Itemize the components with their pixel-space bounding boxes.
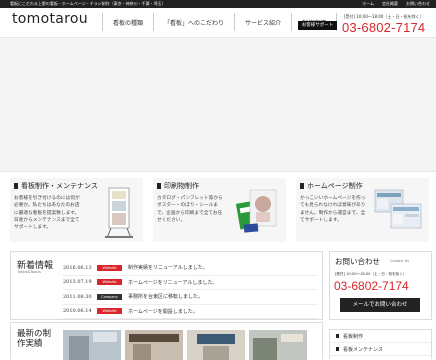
service-card-desc: かっこいいホームページを作っても見られなければ意味がありません。制作から運営まで…	[300, 196, 366, 223]
side-menu: 看板制作 看板メンテナンス	[329, 329, 432, 359]
news-subtitle: News&Topics	[18, 270, 41, 274]
toplink-contact[interactable]: お問い合わせ	[406, 1, 430, 7]
works-thumbnail[interactable]	[125, 330, 183, 360]
service-card-web[interactable]: ホームページ制作 かっこいいホームページを作っても見られなければ意味がありません…	[296, 178, 429, 242]
service-card-title: 印刷物制作	[157, 181, 199, 191]
nav-item-commitment[interactable]: 「看板」へのこだわり	[153, 13, 234, 31]
toplink-home[interactable]: ホーム	[362, 1, 374, 7]
works-title: 最新の制作実績	[17, 329, 52, 349]
top-bar: 看板にこだわる上野の看板・ホームページ・チラシ制作（東京・神奈川・千葉・埼玉） …	[0, 0, 436, 8]
side-menu-item-maintenance[interactable]: 看板メンテナンス	[330, 343, 431, 356]
contact-title: お問い合わせ	[335, 257, 380, 266]
news-text[interactable]: ホームページをリニューアルしました。	[128, 279, 218, 286]
top-links: ホーム 会社概要 お問い合わせ	[362, 1, 430, 7]
news-date: 2013.07.19	[63, 279, 92, 286]
news-section: 新着情報 News&Topics 2016.06.13 Website 制作実績…	[10, 251, 323, 320]
nav-item-sign-types[interactable]: 看板の種類	[102, 13, 153, 31]
service-card-title: ホームページ制作	[300, 181, 363, 191]
header-contact: お客様サポート [受付] 10:00〜18:00（土・日・祝を除く） 03-68…	[298, 11, 430, 39]
site-tagline: 看板にこだわる上野の看板・ホームページ・チラシ制作（東京・神奈川・千葉・埼玉）	[10, 1, 166, 6]
news-category-badge: Company	[97, 293, 122, 300]
news-date: 2016.06.13	[63, 264, 92, 271]
works-thumbnails	[63, 330, 307, 360]
bullet-icon	[336, 334, 339, 338]
toplink-company[interactable]: 会社概要	[382, 1, 398, 7]
signboard-stand-image	[105, 187, 133, 239]
contact-subtitle: Contact Us	[390, 259, 410, 263]
bullet-icon	[300, 183, 304, 189]
side-menu-item-signboard[interactable]: 看板制作	[330, 330, 431, 343]
news-date: 2011.08.30	[63, 293, 92, 300]
news-item[interactable]: 2016.06.13 Website 制作実績をリニューアルしました。	[63, 261, 318, 276]
print-samples-image	[235, 189, 277, 233]
news-list: 2016.06.13 Website 制作実績をリニューアルしました。 2013…	[63, 261, 318, 319]
contact-phone[interactable]: 03-6802-7174	[334, 279, 409, 293]
news-item[interactable]: 2010.06.14 Website ホームページを開設しました。	[63, 305, 318, 319]
news-text[interactable]: ホームページを開設しました。	[128, 308, 198, 315]
works-thumbnail[interactable]	[63, 330, 121, 360]
news-item[interactable]: 2011.08.30 Company 事務所を台東区に移転しました。	[63, 290, 318, 305]
nav-item-services[interactable]: サービス紹介	[234, 13, 291, 31]
service-card-print[interactable]: 印刷物制作 カタログ・パンフレット等からポスター・のぼり・シールまで、企画から印…	[153, 178, 286, 242]
news-category-badge: Website	[97, 279, 122, 286]
news-text[interactable]: 制作実績をリニューアルしました。	[128, 264, 208, 271]
works-thumbnail[interactable]	[249, 330, 307, 360]
news-date: 2010.06.14	[63, 308, 92, 315]
bullet-icon	[14, 183, 18, 189]
contact-section: お問い合わせ Contact Us [受付] 10:00〜18:00（土・日・祝…	[329, 251, 432, 320]
service-card-desc: お客様を引き付けるのには何が必要か。私たちはあなたのお店に最適な看板を提案致しま…	[14, 196, 80, 231]
news-category-badge: Website	[97, 264, 122, 271]
site-logo[interactable]: tomotarou	[12, 11, 88, 27]
header-phone[interactable]: 03-6802-7174	[342, 20, 425, 35]
news-item[interactable]: 2013.07.19 Website ホームページをリニューアルしました。	[63, 276, 318, 290]
web-screens-image	[374, 189, 422, 229]
bullet-icon	[157, 183, 161, 189]
works-section: 最新の制作実績	[10, 322, 323, 360]
news-text[interactable]: 事務所を台東区に移転しました。	[128, 293, 203, 300]
hero-area	[0, 37, 436, 172]
works-thumbnail[interactable]	[187, 330, 245, 360]
service-card-signboard[interactable]: 看板制作・メンテナンス お客様を引き付けるのには何が必要か。私たちはあなたのお店…	[10, 178, 143, 242]
news-category-badge: Website	[97, 308, 122, 315]
mail-contact-button[interactable]: メールでお問い合わせ	[340, 298, 420, 312]
bullet-icon	[336, 347, 339, 351]
service-card-desc: カタログ・パンフレット等からポスター・のぼり・シールまで、企画から印刷まで全てお…	[157, 196, 223, 223]
service-cards: 看板制作・メンテナンス お客様を引き付けるのには何が必要か。私たちはあなたのお店…	[10, 178, 430, 242]
contact-hours: [受付] 10:00〜18:00（土・日・祝を除く）	[335, 272, 407, 276]
service-card-title: 看板制作・メンテナンス	[14, 181, 98, 191]
support-badge: お客様サポート	[298, 21, 337, 30]
